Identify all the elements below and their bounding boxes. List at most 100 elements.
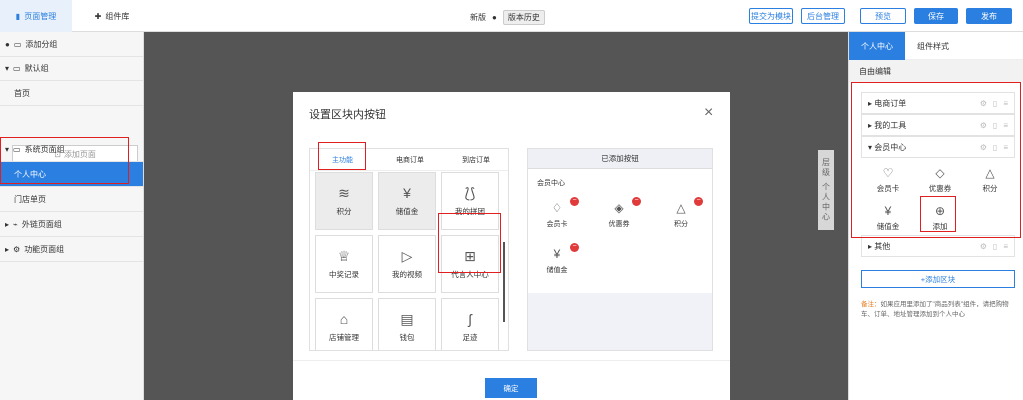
gear-icon[interactable]: ⚙ xyxy=(980,143,987,152)
added-button[interactable]: ¥ 储值金 − xyxy=(542,243,579,275)
wallet-icon: ▤ xyxy=(400,310,414,327)
added-button[interactable]: ◈ 优惠券 − xyxy=(604,197,641,229)
link-icon: ⌁ xyxy=(13,219,18,229)
edit-icon[interactable]: ● xyxy=(492,13,497,22)
button-tile-label: 我的视频 xyxy=(392,269,422,279)
group-default[interactable]: ▾ ▭ 默认组 xyxy=(0,56,143,81)
version-area: 新版 ● 版本历史 xyxy=(470,10,545,25)
stored-value-icon: ¥ xyxy=(884,204,892,218)
drag-icon[interactable]: ≡ xyxy=(1003,242,1008,251)
drag-icon[interactable]: ≡ xyxy=(1003,143,1008,152)
tab-component-library-label: 组件库 xyxy=(105,11,130,21)
tab-store-orders[interactable]: 到店订单 xyxy=(462,155,490,165)
right-tabs: 个人中心 组件样式 xyxy=(849,32,1023,60)
add-group-row[interactable]: ● ▭ 添加分组 xyxy=(0,32,143,57)
trophy-icon: ♕ xyxy=(337,247,351,264)
button-tile[interactable]: ≋ 积分 xyxy=(315,172,373,230)
stored-value-icon: ¥ xyxy=(403,184,411,201)
member-tile[interactable]: ♡ 会员卡 xyxy=(863,166,913,194)
drag-icon[interactable]: ≡ xyxy=(1003,99,1008,108)
note-label: 备注： xyxy=(861,301,881,308)
tab-page-management[interactable]: ▮ 页面管理 xyxy=(0,0,72,32)
right-panel: 个人中心 组件样式 自由编辑 ▸ 电商订单 ⚙ ▯ ≡ ▸ 我的工具 ⚙ ▯ ≡ ▾ 会… xyxy=(848,32,1023,400)
backend-button[interactable]: 后台管理 xyxy=(801,8,845,24)
button-tile-label: 我的拼团 xyxy=(455,206,485,216)
group-system[interactable]: ▾ ▭ 系统页面组 xyxy=(0,137,143,162)
close-icon[interactable]: × xyxy=(704,104,713,122)
button-tile[interactable]: ▷ 我的视频 xyxy=(378,235,436,293)
caret-down-icon: ▾ xyxy=(5,63,10,73)
page-personal-center[interactable]: 个人中心 xyxy=(0,162,143,187)
member-tile-label: 添加 xyxy=(932,222,948,231)
scrollbar[interactable] xyxy=(503,242,505,322)
group-external[interactable]: ▸ ⌁ 外链页面组 xyxy=(0,212,143,237)
gear-icon[interactable]: ⚙ xyxy=(980,242,987,251)
tab-ecommerce-orders[interactable]: 电商订单 xyxy=(396,155,424,165)
block-my-tools[interactable]: ▸ 我的工具 ⚙ ▯ ≡ xyxy=(861,114,1015,136)
remove-icon[interactable]: − xyxy=(694,197,703,206)
member-card-icon: ♡ xyxy=(882,166,894,180)
block-label: 电商订单 xyxy=(874,98,907,108)
trash-icon[interactable]: ▯ xyxy=(993,121,997,130)
button-tile-label: 中奖记录 xyxy=(329,269,359,279)
submit-module-button[interactable]: 提交为模块 xyxy=(749,8,793,24)
points-icon: △ xyxy=(676,201,686,215)
added-section-title: 会员中心 xyxy=(537,180,565,187)
block-ecommerce-orders[interactable]: ▸ 电商订单 ⚙ ▯ ≡ xyxy=(861,92,1015,114)
button-settings-modal: 设置区块内按钮 × 主功能 电商订单 到店订单 ≋ 积分 ¥ 储值金 ⟅⟆ 我的拼团 ♕ 中奖… xyxy=(293,92,730,400)
tab-personal-center[interactable]: 个人中心 xyxy=(849,32,905,60)
tab-main-function[interactable]: 主功能 xyxy=(332,155,353,165)
gear-icon[interactable]: ⚙ xyxy=(980,99,987,108)
plus-circle-icon: ● xyxy=(5,39,10,49)
gear-icon[interactable]: ⚙ xyxy=(980,121,987,130)
page-store-label: 门店单页 xyxy=(14,194,46,204)
note-text: 备注：如果应用里添加了"商品列表"组件，请把购物车、订单、地址管理添加到个人中心 xyxy=(861,300,1017,320)
member-tile[interactable]: ¥ 储值金 xyxy=(863,204,913,232)
added-button[interactable]: △ 积分 − xyxy=(666,197,703,229)
member-tile[interactable]: ◇ 优惠券 xyxy=(915,166,965,194)
trash-icon[interactable]: ▯ xyxy=(993,99,997,108)
folder-icon: ▭ xyxy=(13,144,21,154)
button-tile[interactable]: ʃ 足迹 xyxy=(441,298,499,350)
button-tile[interactable]: ♕ 中奖记录 xyxy=(315,235,373,293)
block-other[interactable]: ▸ 其他 ⚙ ▯ ≡ xyxy=(861,235,1015,257)
preview-button[interactable]: 预览 xyxy=(860,8,906,24)
version-history-button[interactable]: 版本历史 xyxy=(502,10,545,25)
page-home-label: 首页 xyxy=(14,88,30,98)
note-body: 如果应用里添加了"商品列表"组件，请把购物车、订单、地址管理添加到个人中心 xyxy=(861,301,1009,318)
remove-icon[interactable]: − xyxy=(570,243,579,252)
button-tile[interactable]: ▤ 钱包 xyxy=(378,298,436,350)
member-tile[interactable]: △ 积分 xyxy=(965,166,1015,194)
save-button[interactable]: 保存 xyxy=(914,8,958,24)
publish-button[interactable]: 发布 xyxy=(966,8,1012,24)
top-bar: ▮ 页面管理 ✚ 组件库 新版 ● 版本历史 提交为模块 后台管理 预览 保存 … xyxy=(0,0,1023,32)
group-default-label: 默认组 xyxy=(24,63,49,73)
member-tile[interactable]: ⊕ 添加 xyxy=(915,204,965,232)
page-store[interactable]: 门店单页 xyxy=(0,187,143,212)
add-block-button[interactable]: +添加区块 xyxy=(861,270,1015,288)
trash-icon[interactable]: ▯ xyxy=(993,143,997,152)
group-function[interactable]: ▸ ⚙ 功能页面组 xyxy=(0,237,143,262)
coupon-icon: ◇ xyxy=(935,166,945,180)
member-tile-label: 优惠券 xyxy=(928,184,952,193)
remove-icon[interactable]: − xyxy=(632,197,641,206)
button-tile-label: 钱包 xyxy=(399,332,415,342)
block-member-center[interactable]: ▾ 会员中心 ⚙ ▯ ≡ xyxy=(861,136,1015,158)
page-home[interactable]: 首页 xyxy=(0,81,143,106)
drag-icon[interactable]: ≡ xyxy=(1003,121,1008,130)
confirm-button[interactable]: 确定 xyxy=(485,378,537,398)
remove-icon[interactable]: − xyxy=(570,197,579,206)
page-personal-center-label: 个人中心 xyxy=(14,169,46,179)
member-tile-label: 会员卡 xyxy=(876,184,900,193)
added-button[interactable]: ♢ 会员卡 − xyxy=(542,197,579,229)
button-tile[interactable]: ¥ 储值金 xyxy=(378,172,436,230)
trash-icon[interactable]: ▯ xyxy=(993,242,997,251)
tab-component-style[interactable]: 组件样式 xyxy=(905,32,961,60)
layer-side-tab[interactable]: 层级 个人中心 xyxy=(818,150,834,230)
tab-component-library[interactable]: ✚ 组件库 xyxy=(80,0,144,32)
page-icon: ▮ xyxy=(15,11,21,21)
button-tile[interactable]: ⊞ 代言人中心 xyxy=(441,235,499,293)
button-tile[interactable]: ⟅⟆ 我的拼团 xyxy=(441,172,499,230)
caret-right-icon: ▸ xyxy=(5,244,10,254)
button-tile[interactable]: ⌂ 店铺管理 xyxy=(315,298,373,350)
